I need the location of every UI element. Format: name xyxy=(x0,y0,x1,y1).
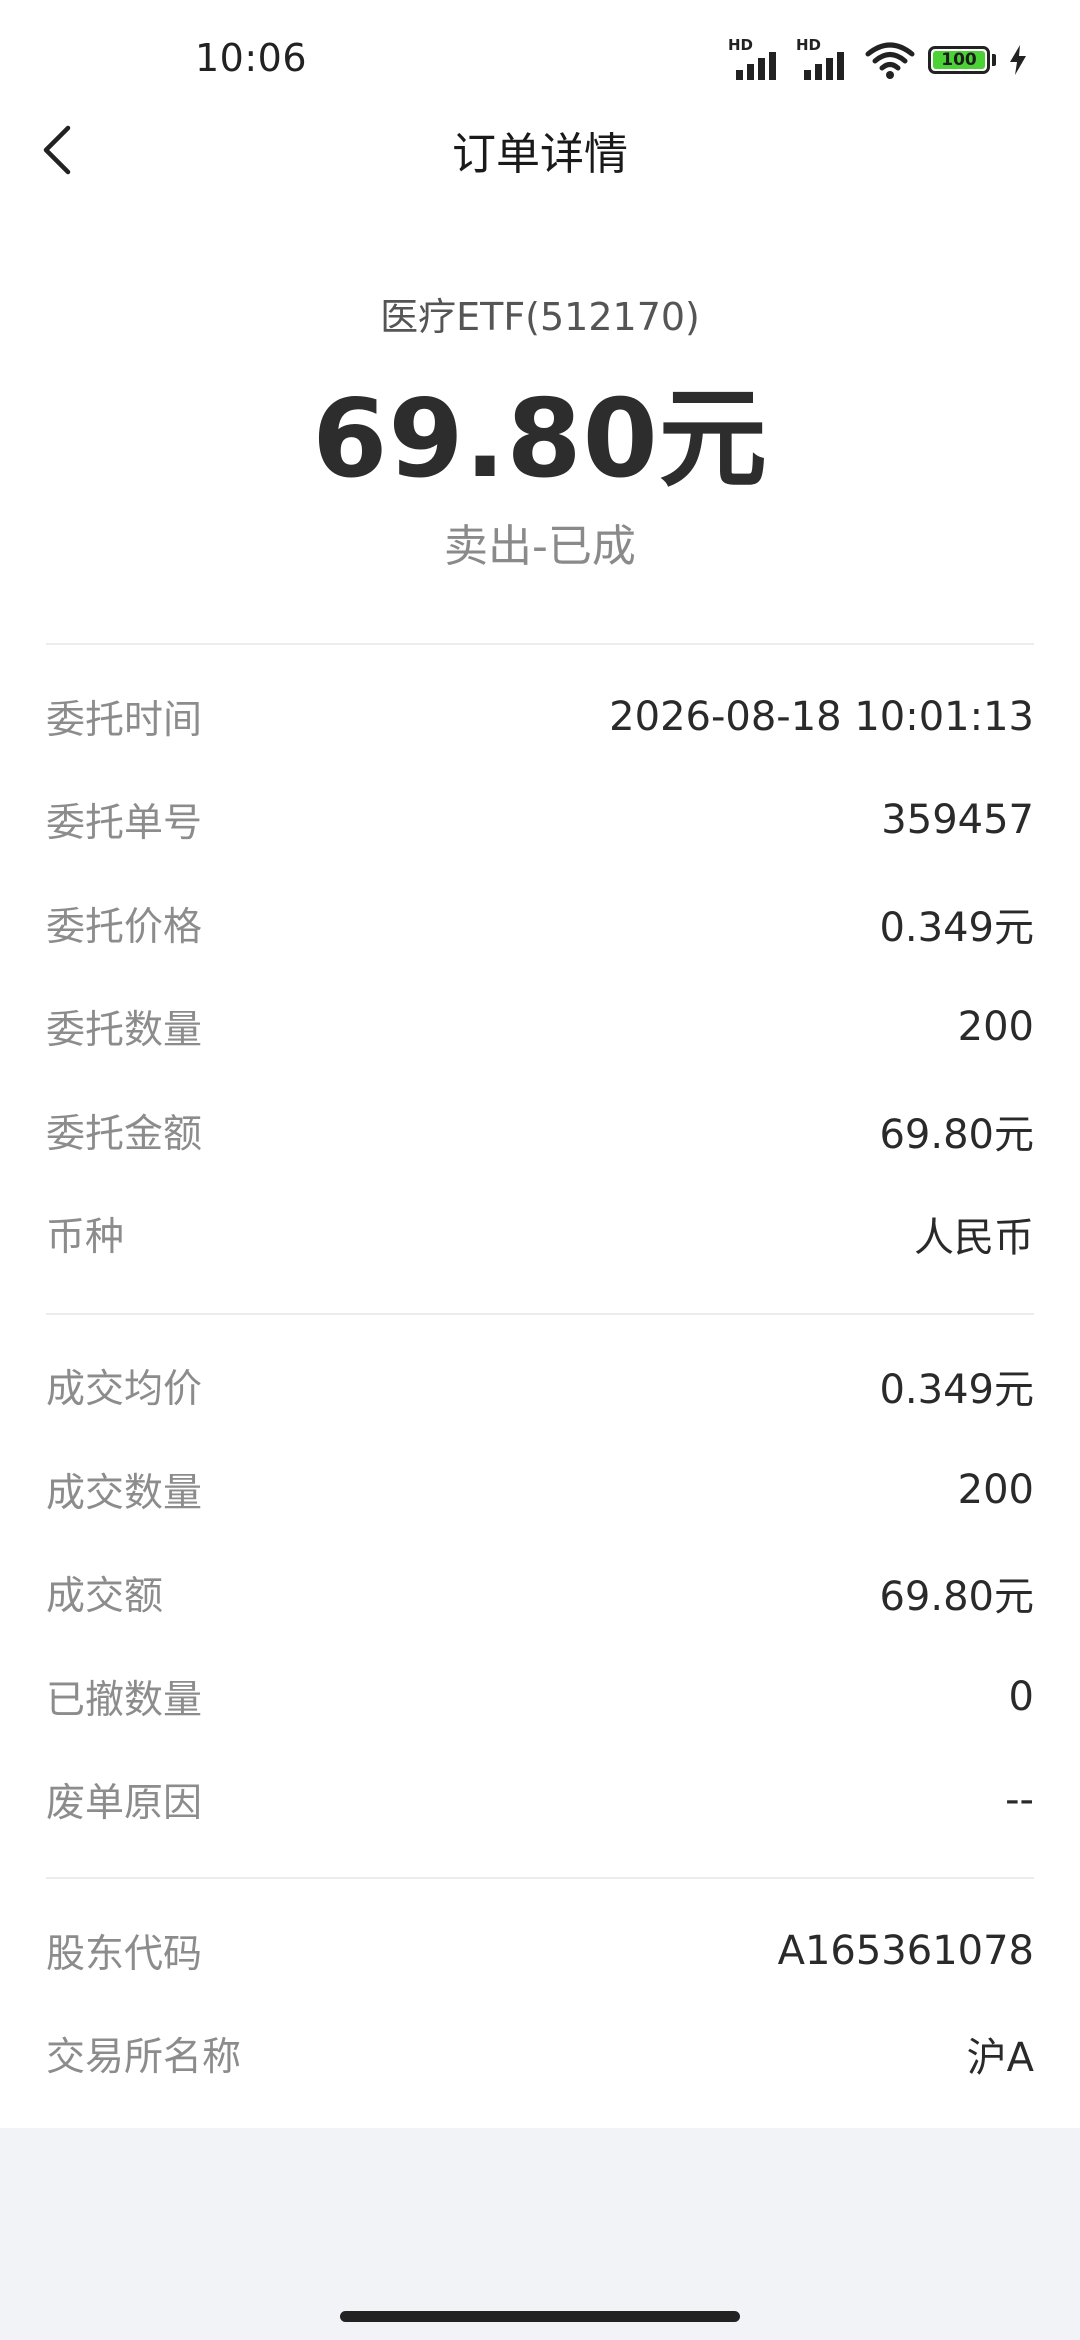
row-label: 委托数量 xyxy=(46,1008,203,1053)
row-label: 交易所名称 xyxy=(46,2035,242,2080)
charging-icon xyxy=(1010,45,1026,75)
detail-row-order-time: 委托时间 2026-08-18 10:01:13 xyxy=(46,687,1034,747)
detail-row-filled-amount: 成交额 69.80元 xyxy=(46,1563,1034,1623)
wifi-icon xyxy=(865,42,915,79)
detail-row-order-quantity: 委托数量 200 xyxy=(46,997,1034,1057)
battery-icon: 100 xyxy=(928,46,990,74)
status-icons: HD HD 100 xyxy=(728,36,1028,80)
detail-row-order-amount: 委托金额 69.80元 xyxy=(46,1101,1034,1161)
order-detail-page: 10:06 HD HD 100 订单详情 医疗ETF(512170) 69.80… xyxy=(0,0,1080,2340)
row-value: 2026-08-18 10:01:13 xyxy=(609,694,1034,740)
detail-row-shareholder-code: 股东代码 A165361078 xyxy=(46,1921,1034,1981)
divider xyxy=(46,1313,1034,1315)
row-label: 成交均价 xyxy=(46,1367,203,1412)
detail-row-reject-reason: 废单原因 -- xyxy=(46,1770,1034,1830)
status-time: 10:06 xyxy=(195,36,308,80)
detail-row-filled-quantity: 成交数量 200 xyxy=(46,1460,1034,1520)
row-label: 废单原因 xyxy=(46,1781,203,1826)
detail-row-order-number: 委托单号 359457 xyxy=(46,790,1034,850)
row-label: 委托时间 xyxy=(46,698,203,743)
row-value: 沪A xyxy=(966,2035,1034,2081)
row-value: 0.349元 xyxy=(879,905,1034,951)
row-value: 0 xyxy=(1008,1674,1034,1720)
row-value: -- xyxy=(1005,1777,1034,1823)
row-label: 成交额 xyxy=(46,1574,164,1619)
row-label: 委托金额 xyxy=(46,1112,203,1157)
detail-row-currency: 币种 人民币 xyxy=(46,1204,1034,1264)
row-value: 69.80元 xyxy=(879,1574,1034,1620)
status-bar: 10:06 HD HD 100 xyxy=(0,0,1080,120)
stock-name: 医疗ETF(512170) xyxy=(380,295,700,339)
battery-tip xyxy=(992,54,996,66)
row-value: 人民币 xyxy=(914,1215,1034,1261)
battery-level: 100 xyxy=(941,50,977,70)
detail-row-avg-price: 成交均价 0.349元 xyxy=(46,1356,1034,1416)
detail-row-exchange-name: 交易所名称 沪A xyxy=(46,2024,1034,2084)
home-indicator[interactable] xyxy=(340,2311,740,2322)
row-value: A165361078 xyxy=(777,1928,1034,1974)
row-value: 200 xyxy=(957,1467,1034,1513)
row-value: 359457 xyxy=(881,797,1034,843)
detail-row-cancelled-quantity: 已撤数量 0 xyxy=(46,1667,1034,1727)
row-value: 0.349元 xyxy=(879,1367,1034,1413)
divider xyxy=(46,643,1034,645)
signal-icon: HD xyxy=(796,36,852,80)
row-label: 成交数量 xyxy=(46,1471,203,1516)
row-label: 委托单号 xyxy=(46,801,203,846)
row-label: 股东代码 xyxy=(46,1932,203,1977)
page-title: 订单详情 xyxy=(452,129,628,180)
signal-icon: HD xyxy=(728,36,784,80)
detail-row-order-price: 委托价格 0.349元 xyxy=(46,894,1034,954)
row-label: 委托价格 xyxy=(46,905,203,950)
row-label: 已撤数量 xyxy=(46,1678,203,1723)
order-status: 卖出-已成 xyxy=(444,521,636,572)
divider xyxy=(46,1877,1034,1879)
row-value: 69.80元 xyxy=(879,1112,1034,1158)
order-amount: 69.80元 xyxy=(312,377,768,502)
row-value: 200 xyxy=(957,1004,1034,1050)
row-label: 币种 xyxy=(46,1215,125,1260)
